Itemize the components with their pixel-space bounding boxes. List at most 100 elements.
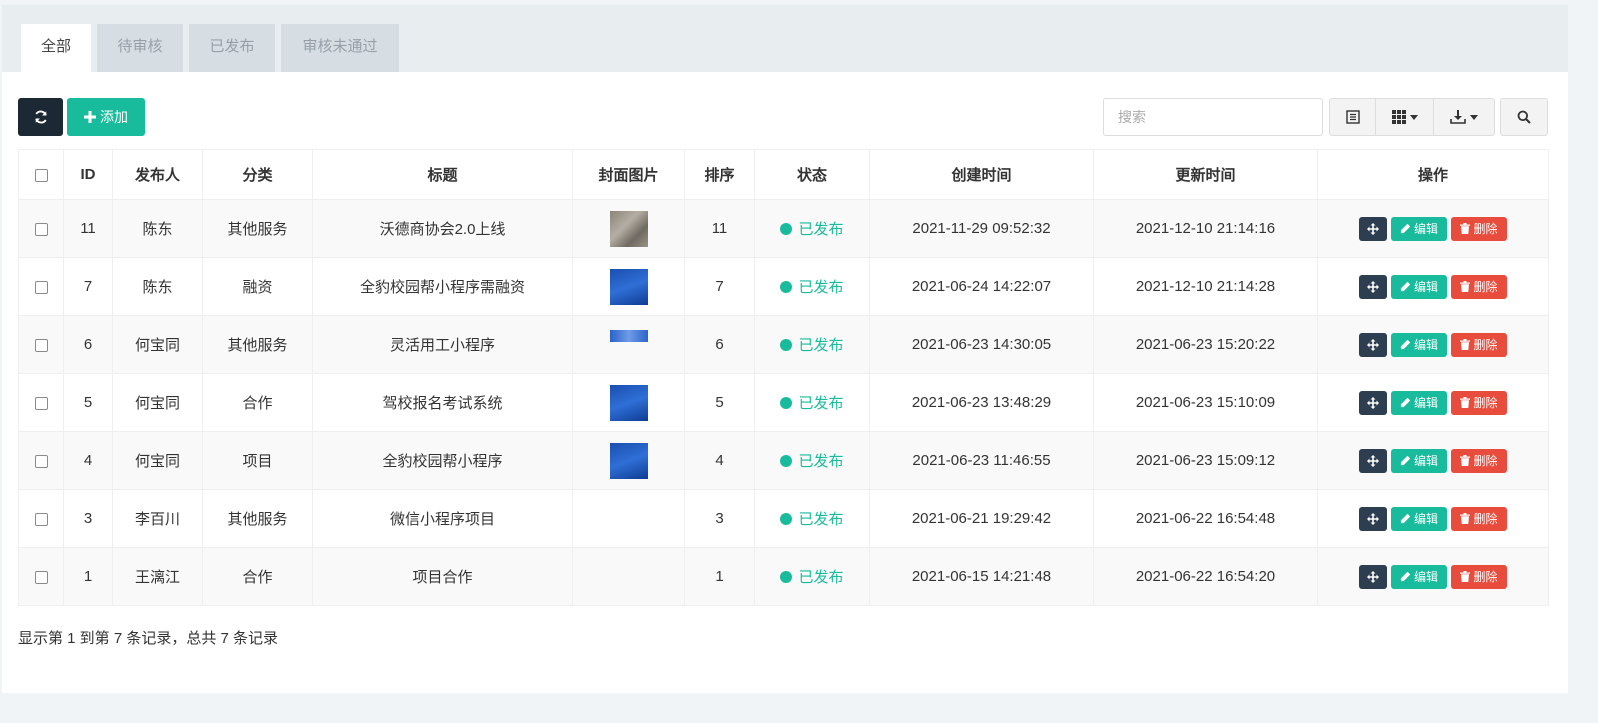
- cell-category: 其他服务: [202, 199, 313, 258]
- cell-category: 合作: [202, 547, 313, 606]
- cell-title: 微信小程序项目: [312, 489, 573, 548]
- row-select-cell: [18, 315, 64, 374]
- cell-sort: 6: [684, 315, 755, 374]
- cell-category: 项目: [202, 431, 313, 490]
- cover-thumbnail[interactable]: [609, 210, 648, 247]
- cell-actions: 编辑 删除: [1317, 547, 1549, 606]
- cell-status: 已发布: [754, 199, 870, 258]
- edit-button[interactable]: 编辑: [1391, 564, 1447, 589]
- cover-thumbnail[interactable]: [609, 330, 648, 343]
- delete-button[interactable]: 删除: [1451, 216, 1507, 241]
- status-label: 已发布: [798, 453, 844, 470]
- column-header-sort[interactable]: 排序: [684, 149, 755, 200]
- row-checkbox[interactable]: [34, 396, 48, 410]
- delete-label: 删除: [1473, 396, 1498, 410]
- row-checkbox[interactable]: [34, 570, 48, 584]
- trash-icon: [1460, 223, 1471, 234]
- table-row: 5 何宝同 合作 驾校报名考试系统 5 已发布 2021-06-23 13:48:29 202…: [18, 373, 1549, 432]
- search-button[interactable]: [1500, 98, 1548, 136]
- edit-label: 编辑: [1413, 570, 1438, 584]
- row-checkbox[interactable]: [34, 454, 48, 468]
- edit-label: 编辑: [1413, 222, 1438, 236]
- edit-button[interactable]: 编辑: [1391, 274, 1447, 299]
- row-checkbox[interactable]: [34, 512, 48, 526]
- edit-button[interactable]: 编辑: [1391, 506, 1447, 531]
- row-select-cell: [18, 373, 64, 432]
- cell-publisher: 陈东: [112, 199, 203, 258]
- row-checkbox[interactable]: [34, 280, 48, 294]
- status-label: 已发布: [798, 337, 844, 354]
- cell-title: 全豹校园帮小程序需融资: [312, 257, 573, 316]
- move-icon: [1367, 338, 1379, 351]
- select-all-checkbox[interactable]: [34, 168, 48, 182]
- column-header-status[interactable]: 状态: [754, 149, 870, 200]
- column-header-updated[interactable]: 更新时间: [1093, 149, 1318, 200]
- add-button[interactable]: 添加: [67, 98, 145, 136]
- cell-updated: 2021-12-10 21:14:28: [1093, 257, 1318, 316]
- trash-icon: [1460, 397, 1471, 408]
- edit-button[interactable]: 编辑: [1391, 332, 1447, 357]
- cell-updated: 2021-06-23 15:20:22: [1093, 315, 1318, 374]
- columns-dropdown-button[interactable]: [1376, 99, 1434, 135]
- trash-icon: [1460, 513, 1471, 524]
- delete-label: 删除: [1473, 570, 1498, 584]
- delete-label: 删除: [1473, 280, 1498, 294]
- drag-sort-button[interactable]: [1359, 564, 1387, 589]
- cover-thumbnail[interactable]: [609, 442, 648, 479]
- edit-button[interactable]: 编辑: [1391, 216, 1447, 241]
- column-header-id[interactable]: ID: [63, 149, 113, 200]
- cell-status: 已发布: [754, 315, 870, 374]
- drag-sort-button[interactable]: [1359, 332, 1387, 357]
- column-header-title[interactable]: 标题: [312, 149, 573, 200]
- toggle-view-button[interactable]: [1330, 99, 1376, 135]
- column-header-category[interactable]: 分类: [202, 149, 313, 200]
- drag-sort-button[interactable]: [1359, 390, 1387, 415]
- table-row: 11 陈东 其他服务 沃德商协会2.0上线 11 已发布 2021-11-29 09:52:…: [18, 199, 1549, 258]
- cell-title: 全豹校园帮小程序: [312, 431, 573, 490]
- tab-rejected[interactable]: 审核未通过: [281, 24, 399, 72]
- tab-published[interactable]: 已发布: [189, 24, 275, 72]
- drag-sort-button[interactable]: [1359, 216, 1387, 241]
- cell-cover: [572, 199, 685, 258]
- drag-sort-button[interactable]: [1359, 274, 1387, 299]
- cell-sort: 4: [684, 431, 755, 490]
- column-header-cover[interactable]: 封面图片: [572, 149, 685, 200]
- delete-button[interactable]: 删除: [1451, 332, 1507, 357]
- cell-created: 2021-06-23 11:46:55: [869, 431, 1094, 490]
- edit-label: 编辑: [1413, 280, 1438, 294]
- cell-title: 沃德商协会2.0上线: [312, 199, 573, 258]
- column-header-created[interactable]: 创建时间: [869, 149, 1094, 200]
- status-dot-icon: [780, 396, 793, 409]
- export-dropdown-button[interactable]: [1434, 99, 1494, 135]
- cover-thumbnail[interactable]: [609, 268, 648, 305]
- cover-thumbnail[interactable]: [609, 384, 648, 421]
- edit-button[interactable]: 编辑: [1391, 448, 1447, 473]
- table-row: 1 王漓江 合作 项目合作 1 已发布 2021-06-15 14:21:48 2021-06…: [18, 547, 1549, 606]
- cell-created: 2021-06-15 14:21:48: [869, 547, 1094, 606]
- chevron-down-icon: [1470, 114, 1478, 120]
- cell-sort: 3: [684, 489, 755, 548]
- cell-created: 2021-06-24 14:22:07: [869, 257, 1094, 316]
- delete-button[interactable]: 删除: [1451, 506, 1507, 531]
- edit-button[interactable]: 编辑: [1391, 390, 1447, 415]
- cell-actions: 编辑 删除: [1317, 431, 1549, 490]
- tab-pending[interactable]: 待审核: [97, 24, 183, 72]
- cell-cover: [572, 315, 685, 374]
- search-input[interactable]: [1103, 98, 1323, 136]
- refresh-button[interactable]: [18, 98, 63, 136]
- drag-sort-button[interactable]: [1359, 506, 1387, 531]
- delete-button[interactable]: 删除: [1451, 390, 1507, 415]
- cell-actions: 编辑 删除: [1317, 373, 1549, 432]
- delete-button[interactable]: 删除: [1451, 274, 1507, 299]
- row-checkbox[interactable]: [34, 222, 48, 236]
- delete-button[interactable]: 删除: [1451, 448, 1507, 473]
- select-all-cell: [18, 149, 64, 200]
- cell-sort: 11: [684, 199, 755, 258]
- row-checkbox[interactable]: [34, 338, 48, 352]
- column-header-publisher[interactable]: 发布人: [112, 149, 203, 200]
- drag-sort-button[interactable]: [1359, 448, 1387, 473]
- delete-button[interactable]: 删除: [1451, 564, 1507, 589]
- tab-all[interactable]: 全部: [21, 24, 91, 72]
- cell-updated: 2021-06-22 16:54:48: [1093, 489, 1318, 548]
- grid-icon: [1391, 110, 1406, 124]
